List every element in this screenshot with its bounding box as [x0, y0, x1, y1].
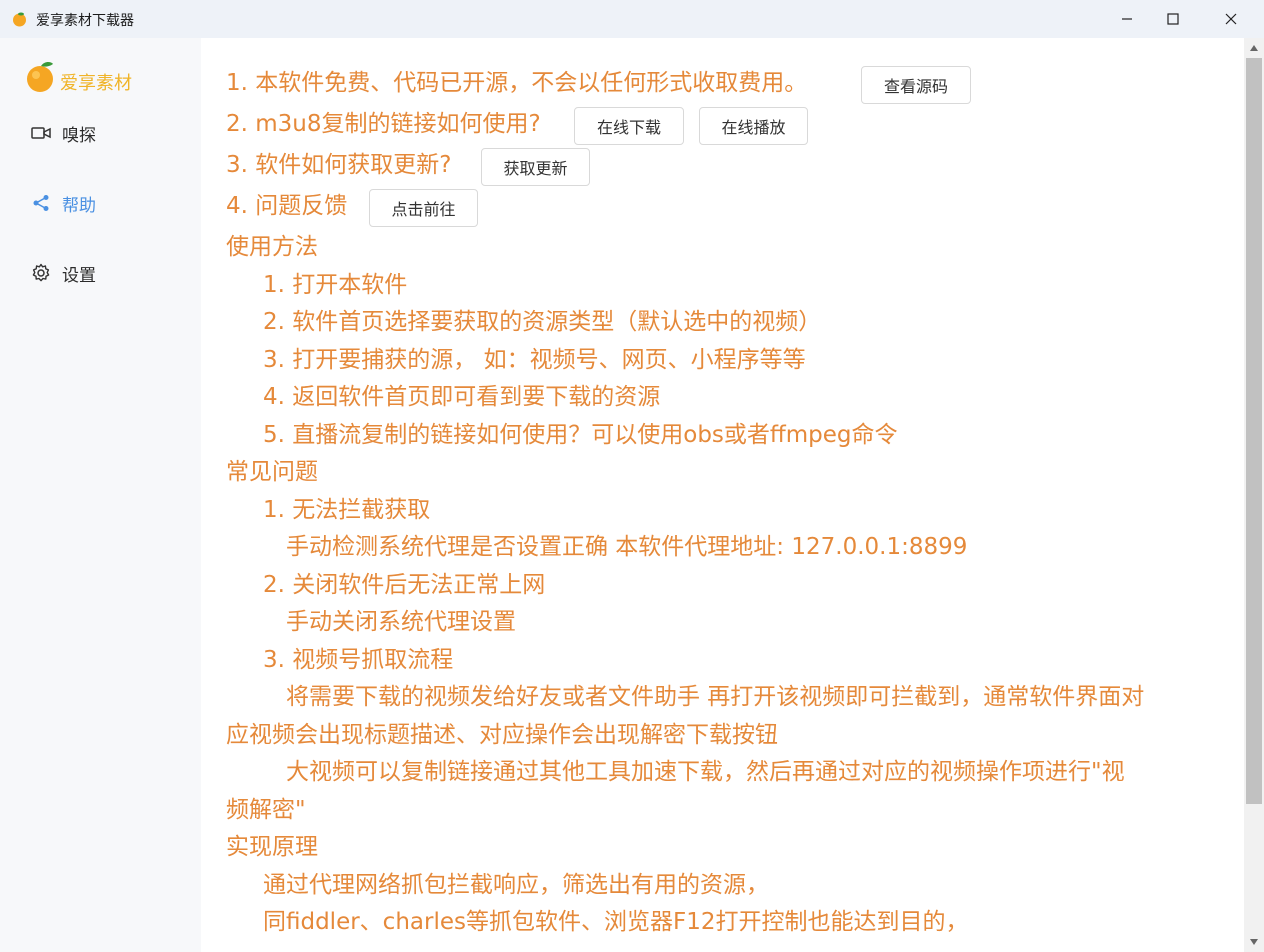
scrollbar-thumb[interactable]: [1246, 58, 1262, 804]
faq-question: 1. 无法拦截获取: [263, 497, 431, 523]
faq-question: 2. 关闭软件后无法正常上网: [263, 572, 546, 598]
faq-answer: 频解密": [226, 797, 306, 823]
close-button[interactable]: [1208, 0, 1254, 38]
faq-heading: 常见问题: [226, 459, 318, 485]
sidebar-item-sniff[interactable]: 嗅探: [30, 118, 96, 148]
app-logo: [26, 60, 56, 94]
sidebar-item-help[interactable]: 帮助: [30, 188, 96, 218]
usage-step: 4. 返回软件首页即可看到要下载的资源: [263, 384, 661, 410]
feedback-button[interactable]: 点击前往: [369, 189, 478, 227]
maximize-button[interactable]: [1150, 0, 1196, 38]
usage-step: 5. 直播流复制的链接如何使用？可以使用obs或者ffmpeg命令: [263, 422, 898, 448]
online-download-button[interactable]: 在线下载: [574, 107, 684, 145]
view-source-button[interactable]: 查看源码: [861, 66, 971, 104]
sidebar-item-label: 嗅探: [62, 125, 96, 146]
faq-answer: 手动关闭系统代理设置: [286, 609, 516, 635]
sidebar-item-label: 设置: [62, 265, 96, 286]
scroll-up-button[interactable]: [1244, 38, 1264, 58]
gear-icon: [30, 262, 52, 284]
faq-answer: 手动检测系统代理是否设置正确 本软件代理地址: 127.0.0.1:8899: [286, 534, 968, 560]
share-icon: [30, 192, 52, 214]
get-update-button[interactable]: 获取更新: [481, 148, 590, 186]
faq-question: 3. 视频号抓取流程: [263, 647, 454, 673]
principle-text: 同fiddler、charles等抓包软件、浏览器F12打开控制也能达到目的，: [263, 909, 969, 935]
logo-text: 爱享素材: [60, 73, 132, 94]
arrow-up-icon: [1250, 45, 1258, 51]
orange-logo-icon: [13, 12, 26, 27]
help-line-4: 4. 问题反馈: [226, 193, 348, 219]
help-line-2: 2. m3u8复制的链接如何使用?: [226, 111, 541, 137]
usage-step: 3. 打开要捕获的源， 如：视频号、网页、小程序等等: [263, 347, 806, 373]
video-camera-icon: [30, 122, 52, 144]
help-line-3: 3. 软件如何获取更新?: [226, 152, 452, 178]
principle-heading: 实现原理: [226, 834, 318, 860]
principle-text: 通过代理网络抓包拦截响应，筛选出有用的资源，: [263, 872, 769, 898]
maximize-icon: [1167, 13, 1179, 25]
title-bar: 爱享素材下载器: [0, 0, 1264, 38]
window-title: 爱享素材下载器: [36, 13, 134, 29]
close-icon: [1225, 13, 1237, 25]
usage-step: 1. 打开本软件: [263, 272, 408, 298]
arrow-down-icon: [1250, 939, 1258, 945]
sidebar-item-label: 帮助: [62, 195, 96, 216]
scroll-down-button[interactable]: [1244, 932, 1264, 952]
sidebar: 爱享素材 嗅探 帮助 设置: [0, 38, 201, 952]
faq-answer: 将需要下载的视频发给好友或者文件助手 再打开该视频即可拦截到，通常软件界面对: [286, 684, 1145, 710]
minimize-icon: [1122, 18, 1132, 20]
sidebar-item-settings[interactable]: 设置: [30, 258, 96, 288]
orange-logo-icon: [27, 61, 53, 92]
faq-answer: 应视频会出现标题描述、对应操作会出现解密下载按钮: [226, 722, 778, 748]
usage-heading: 使用方法: [226, 234, 318, 260]
help-content: 1. 本软件免费、代码已开源，不会以任何形式收取费用。 查看源码 2. m3u8…: [201, 38, 1244, 952]
online-play-button[interactable]: 在线播放: [699, 107, 808, 145]
faq-answer: 大视频可以复制链接通过其他工具加速下载，然后再通过对应的视频操作项进行"视: [286, 759, 1125, 785]
usage-step: 2. 软件首页选择要获取的资源类型（默认选中的视频）: [263, 309, 822, 335]
help-line-1: 1. 本软件免费、代码已开源，不会以任何形式收取费用。: [226, 70, 808, 96]
minimize-button[interactable]: [1104, 0, 1150, 38]
